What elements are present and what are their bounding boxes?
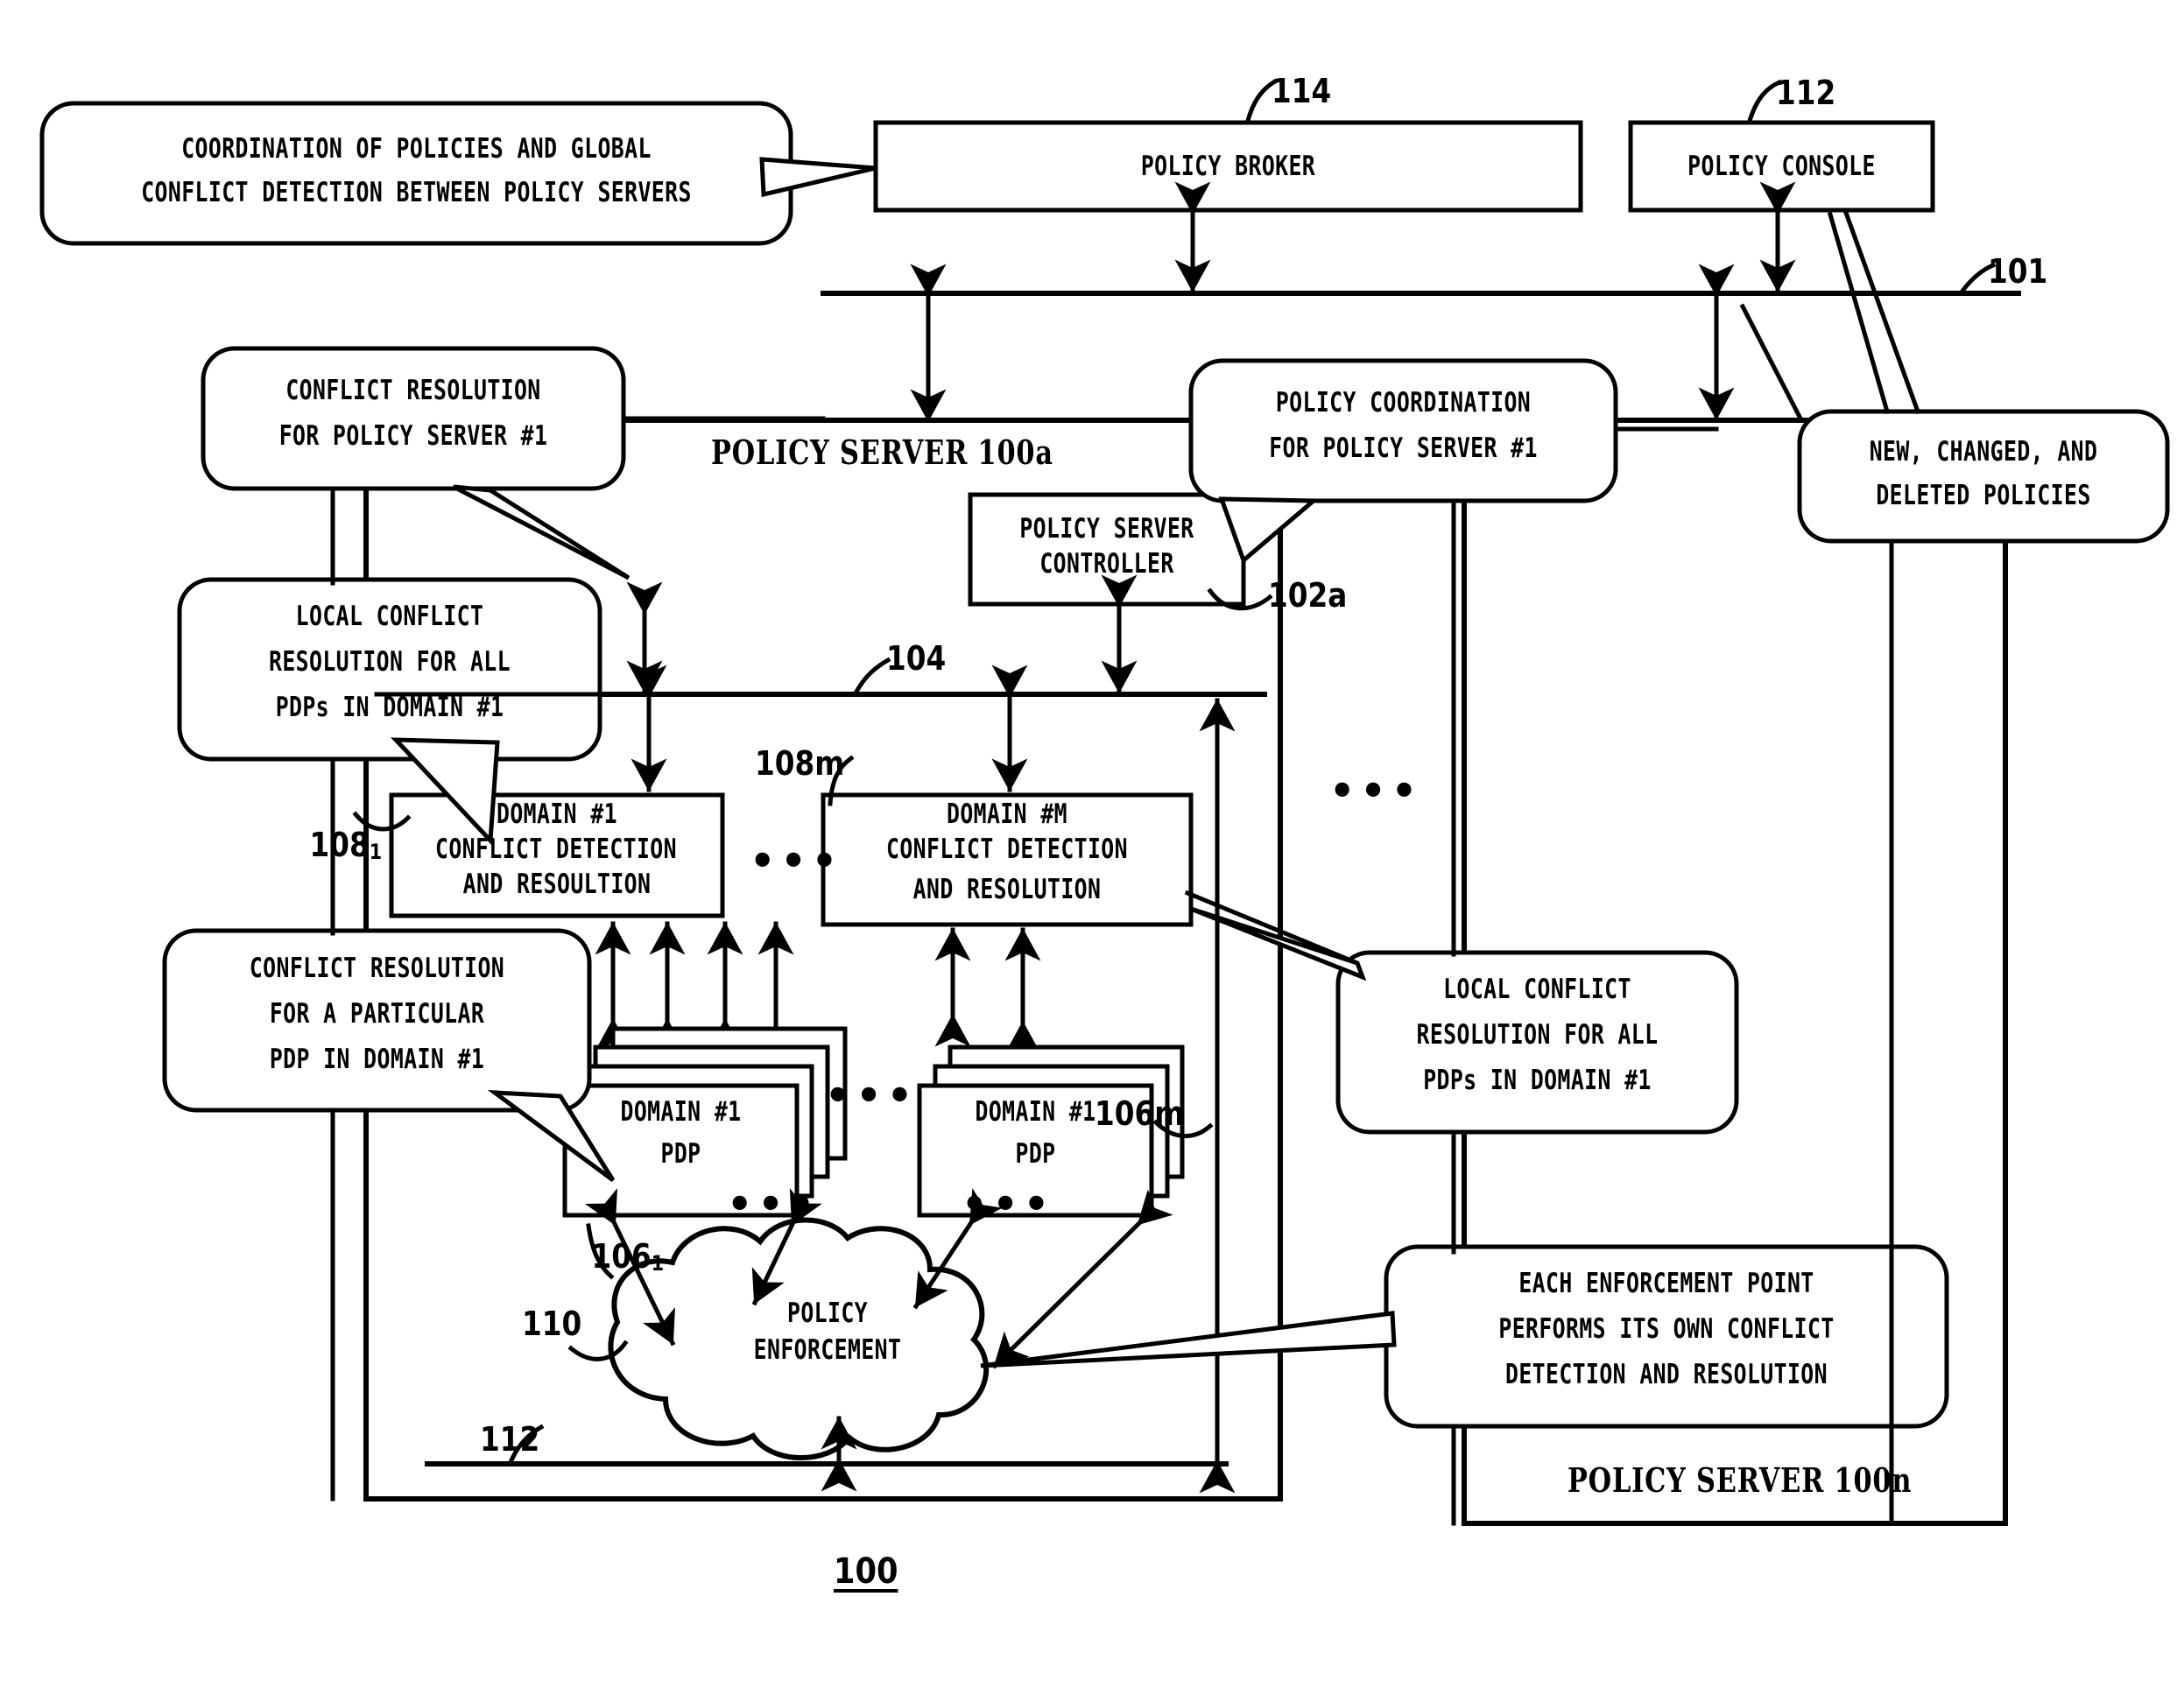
callout-local-left-line3: PDPs IN DOMAIN #1 <box>275 692 504 723</box>
callout-cr-server1-line1: CONFLICT RESOLUTION <box>285 375 541 406</box>
policy-server-100n-label: POLICY SERVER 100n <box>1568 1460 1913 1500</box>
callout-pc-server1-line2: FOR POLICY SERVER #1 <box>1269 433 1538 464</box>
policy-broker-label: POLICY BROKER <box>1140 151 1316 182</box>
ref-106-1: 1061 <box>552 1198 665 1315</box>
callout-cr-pdp-line3: PDP IN DOMAIN #1 <box>269 1044 485 1075</box>
ellipsis-between-cdr: ••• <box>750 837 843 884</box>
callout-cr-server1-shape <box>201 346 626 491</box>
callout-coordination-line2: CONFLICT DETECTION BETWEEN POLICY SERVER… <box>141 177 692 208</box>
ref-108-1-base: 108 <box>309 825 370 864</box>
ellipsis-right-top: ••• <box>1329 767 1423 814</box>
ref-101: 101 <box>1988 252 2048 291</box>
patent-figure-canvas: POLICY BROKER POLICY CONSOLE POLICY SERV… <box>0 0 2184 1688</box>
callout-cr-server1-line2: FOR POLICY SERVER #1 <box>278 420 548 452</box>
callout-cr-pdp-line2: FOR A PARTICULAR <box>269 998 485 1030</box>
ref-112-top: 112 <box>1776 74 1836 112</box>
policy-server-controller-line1: POLICY SERVER <box>1019 513 1194 545</box>
ref-106-1-sub: 1 <box>651 1250 665 1276</box>
policy-enforcement-line2: ENFORCEMENT <box>753 1334 902 1366</box>
callout-local-left-line1: LOCAL CONFLICT <box>295 601 484 632</box>
ref-114: 114 <box>1272 72 1332 110</box>
domain1-pdp-line2: PDP <box>660 1138 701 1170</box>
callout-enforcement-line1: EACH ENFORCEMENT POINT <box>1518 1268 1814 1299</box>
domain1-cdr-line2: CONFLICT DETECTION <box>435 833 677 865</box>
ref-104: 104 <box>886 639 947 678</box>
callout-new-changed-shape <box>1797 409 2170 544</box>
domainM-pdp-line2: PDP <box>1015 1138 1056 1170</box>
callout-local-right-line3: PDPs IN DOMAIN #1 <box>1423 1065 1652 1096</box>
callout-coordination-shape <box>39 101 793 246</box>
callout-local-right-line2: RESOLUTION FOR ALL <box>1416 1019 1659 1051</box>
domainM-cdr-line2: CONFLICT DETECTION <box>886 833 1128 865</box>
callout-new-changed-line1: NEW, CHANGED, AND <box>1869 436 2098 468</box>
domain1-pdp-line1: DOMAIN #1 <box>620 1096 742 1128</box>
callout-local-left-line2: RESOLUTION FOR ALL <box>269 646 511 678</box>
callout-pc-server1-shape <box>1188 358 1618 503</box>
policy-server-controller-line2: CONTROLLER <box>1039 548 1174 580</box>
policy-enforcement-line1: POLICY <box>787 1298 868 1329</box>
callout-enforcement-line3: DETECTION AND RESOLUTION <box>1505 1359 1828 1390</box>
callout-enforcement-line2: PERFORMS ITS OWN CONFLICT <box>1498 1313 1835 1345</box>
ref-112-bottom: 112 <box>480 1420 540 1459</box>
domainM-cdr-line3: AND RESOLUTION <box>912 874 1102 905</box>
ref-108-1: 1081 <box>270 786 383 904</box>
callout-new-changed-line2: DELETED POLICIES <box>1876 480 2091 511</box>
policy-server-100a-label: POLICY SERVER 100a <box>711 433 1053 472</box>
callout-coordination-line1: COORDINATION OF POLICIES AND GLOBAL <box>181 133 652 165</box>
callout-pc-server1-line1: POLICY COORDINATION <box>1275 387 1532 418</box>
domain1-cdr-line1: DOMAIN #1 <box>497 798 617 830</box>
ref-106m: 106m <box>1095 1094 1185 1133</box>
domainM-cdr-line1: DOMAIN #M <box>947 798 1067 830</box>
callout-local-right-line1: LOCAL CONFLICT <box>1443 974 1631 1005</box>
policy-console-label: POLICY CONSOLE <box>1687 151 1876 182</box>
ref-108-1-sub: 1 <box>369 839 383 864</box>
callout-cr-pdp-line1: CONFLICT RESOLUTION <box>249 953 505 984</box>
policy-server-100n-box <box>1462 418 2008 1526</box>
domain1-cdr-line3: AND RESOULTION <box>462 869 652 900</box>
ref-102a: 102a <box>1268 576 1348 615</box>
figure-number: 100 <box>834 1551 898 1592</box>
ellipsis-pdp-right-below: ••• <box>962 1180 1055 1227</box>
ellipsis-between-pdps: ••• <box>825 1072 919 1119</box>
ref-106-1-base: 106 <box>591 1236 652 1276</box>
ref-108m: 108m <box>755 744 845 783</box>
ellipsis-pdp-left-below: ••• <box>727 1180 821 1227</box>
